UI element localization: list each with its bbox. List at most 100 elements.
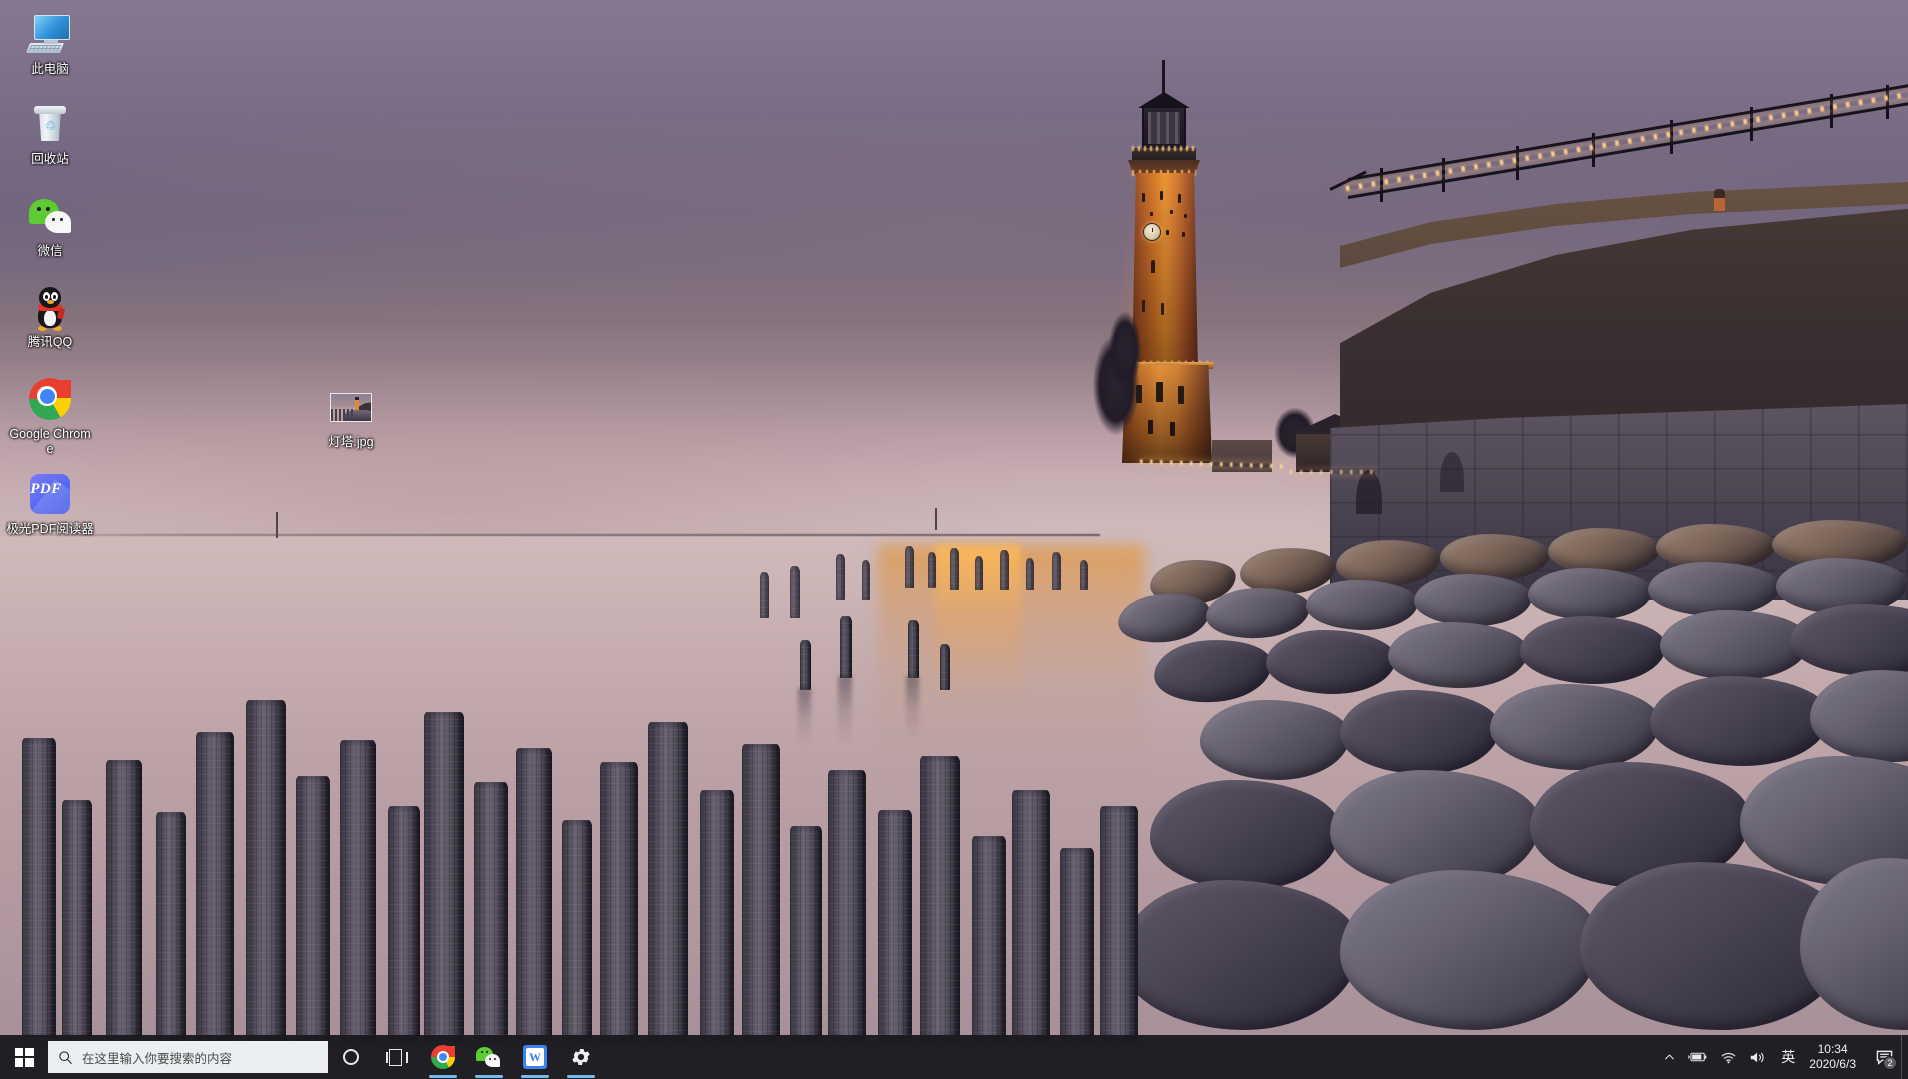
chrome-icon <box>431 1045 455 1069</box>
tower-window <box>1150 212 1153 216</box>
pier-railing <box>1330 60 1908 240</box>
foreground-piling <box>106 760 142 1040</box>
piling <box>908 620 919 678</box>
piling <box>790 566 800 618</box>
image-thumbnail-icon <box>327 383 375 431</box>
piling-reflection <box>838 676 852 746</box>
piling <box>1052 552 1061 590</box>
foreground-piling <box>1100 806 1138 1042</box>
desktop-wallpaper[interactable] <box>0 0 1908 1079</box>
taskbar: 在这里输入你要搜索的内容 W <box>0 1035 1908 1079</box>
foreground-piling <box>62 800 92 1040</box>
search-placeholder: 在这里输入你要搜索的内容 <box>82 1048 232 1067</box>
far-post <box>276 512 278 538</box>
quay-string-lights <box>1290 470 1380 474</box>
desktop-icon-recycle-bin[interactable]: ♲ 回收站 <box>6 100 94 167</box>
taskbar-cortana-button[interactable] <box>328 1035 374 1079</box>
rail-post <box>1442 158 1445 192</box>
taskbar-wechat-button[interactable] <box>466 1035 512 1079</box>
piling <box>836 554 845 600</box>
wps-icon: W <box>523 1045 547 1069</box>
action-center-button[interactable]: 2 <box>1867 1035 1901 1079</box>
railing-string-lights <box>1346 87 1908 191</box>
tower-window <box>1166 230 1169 235</box>
tray-volume-button[interactable] <box>1743 1035 1773 1079</box>
taskbar-clock[interactable]: 10:34 2020/6/3 <box>1803 1035 1867 1079</box>
foreground-piling <box>388 806 420 1042</box>
foreground-piling <box>516 748 552 1042</box>
battery-icon <box>1688 1050 1708 1064</box>
icon-label: 灯塔.jpg <box>307 435 395 450</box>
desktop-icon-tencent-qq[interactable]: 腾讯QQ <box>6 283 94 350</box>
piling <box>940 644 950 690</box>
base-window <box>1156 382 1163 402</box>
start-button[interactable] <box>0 1035 48 1079</box>
icon-label: 微信 <box>6 244 94 259</box>
lighthouse-mast <box>1162 60 1165 94</box>
foreground-piling <box>296 776 330 1042</box>
tower-window <box>1160 191 1163 200</box>
piling <box>800 640 811 690</box>
taskbar-chrome-button[interactable] <box>420 1035 466 1079</box>
taskbar-wps-button[interactable]: W <box>512 1035 558 1079</box>
tower-window <box>1151 260 1155 273</box>
foreground-piling <box>700 790 734 1042</box>
piling <box>905 546 914 588</box>
piling <box>975 556 983 590</box>
foreground-piling <box>790 826 822 1042</box>
search-icon <box>58 1050 73 1065</box>
speaker-icon <box>1749 1050 1767 1065</box>
piling <box>840 616 852 678</box>
foreground-piling <box>562 820 592 1042</box>
tray-network-button[interactable] <box>1714 1035 1743 1079</box>
foreground-piling <box>972 836 1006 1042</box>
foreground-piling <box>424 712 464 1042</box>
foreground-piling <box>340 740 376 1042</box>
taskbar-task-view-button[interactable] <box>374 1035 420 1079</box>
piling <box>928 552 936 588</box>
gallery-string-lights <box>1132 146 1196 151</box>
show-desktop-button[interactable] <box>1901 1035 1908 1079</box>
piling <box>862 560 870 600</box>
gear-icon <box>570 1046 592 1068</box>
taskbar-search-box[interactable]: 在这里输入你要搜索的内容 <box>48 1041 328 1073</box>
tower-window <box>1182 232 1185 237</box>
piling <box>950 548 959 590</box>
tray-ime-indicator[interactable]: 英 <box>1773 1035 1803 1079</box>
clock-time: 10:34 <box>1818 1042 1848 1057</box>
piling <box>760 572 769 618</box>
desktop-icon-wechat[interactable]: 微信 <box>6 192 94 259</box>
horizon-line <box>0 534 1100 536</box>
rail-bar <box>1348 97 1908 198</box>
desktop-icon-this-pc[interactable]: 此电脑 <box>6 10 94 77</box>
piling <box>1000 550 1009 590</box>
foreground-piling <box>920 756 960 1042</box>
tray-battery-button[interactable] <box>1682 1035 1714 1079</box>
foreground-piling <box>648 722 688 1042</box>
tower-window <box>1170 210 1173 214</box>
lighthouse-lantern-room <box>1142 106 1186 150</box>
tower-window <box>1178 194 1181 203</box>
icon-label: 极光PDF阅读器 <box>6 522 94 537</box>
foreground-piling <box>828 770 866 1042</box>
base-window <box>1148 420 1153 434</box>
rail-bar <box>1348 79 1908 180</box>
icon-label: 回收站 <box>6 152 94 167</box>
piling-reflection <box>798 688 811 746</box>
piling-reflection <box>906 676 919 740</box>
lantern-glass <box>1148 112 1180 144</box>
tray-overflow-button[interactable] <box>1657 1035 1682 1079</box>
icon-label: Google Chrome <box>6 427 94 457</box>
wps-glyph: W <box>526 1048 544 1066</box>
piling <box>1080 560 1088 590</box>
tree <box>1104 300 1146 400</box>
desktop-icon-google-chrome[interactable]: Google Chrome <box>6 375 94 457</box>
this-pc-icon <box>26 10 74 58</box>
taskbar-settings-button[interactable] <box>558 1035 604 1079</box>
recycle-bin-icon: ♲ <box>26 100 74 148</box>
desktop-icon-aurora-pdf[interactable]: PDF 极光PDF阅读器 <box>6 470 94 537</box>
far-post <box>935 508 937 530</box>
desktop-icon-lighthouse-jpg[interactable]: 灯塔.jpg <box>307 383 395 450</box>
foreground-piling <box>742 744 780 1042</box>
lighthouse-clock-face <box>1143 223 1161 241</box>
